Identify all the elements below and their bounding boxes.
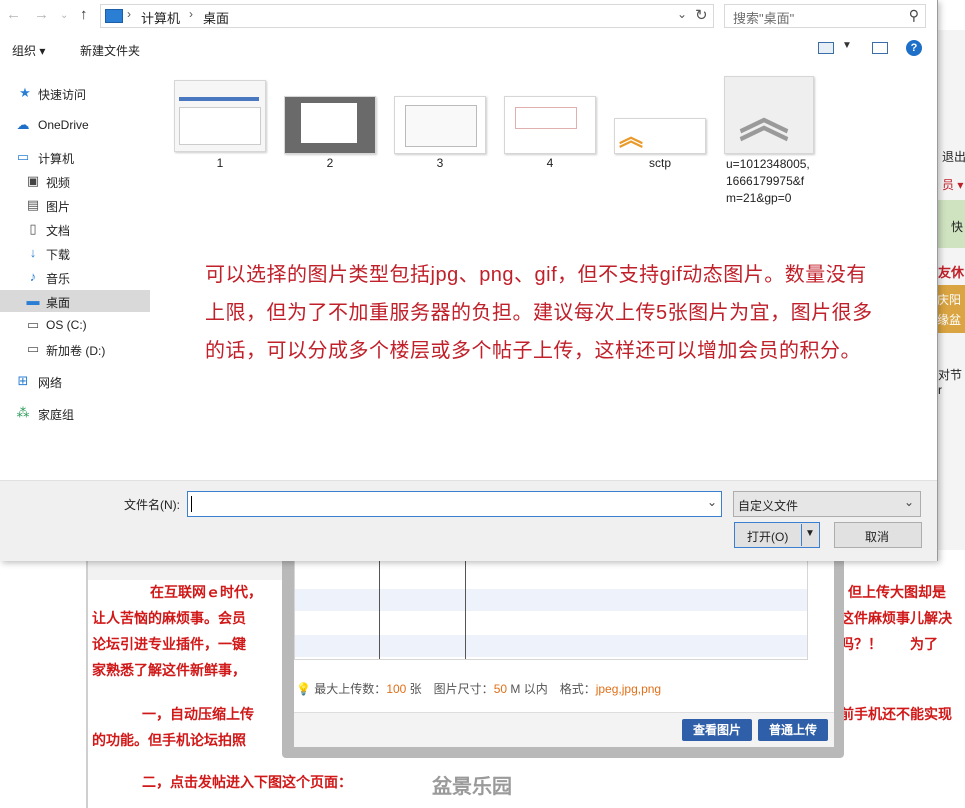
file-thumbnail-u[interactable]: ︽ [724, 76, 814, 154]
article-line: 家熟悉了解这件新鲜事， [92, 662, 246, 678]
file-name-2[interactable]: 2 [284, 156, 376, 170]
nav-item-downloads[interactable]: ↓ 下载 [0, 242, 150, 264]
file-name-input[interactable]: ⌄ [187, 491, 722, 517]
chevron-up-icon: ︽ [739, 91, 789, 147]
article-line: 让人苦恼的麻烦事。会员 [92, 610, 246, 626]
file-name-4[interactable]: 4 [504, 156, 596, 170]
side-link-2[interactable]: 对节r [938, 366, 965, 397]
nav-item-videos[interactable]: ▣ 视频 [0, 170, 150, 192]
nav-item-homegroup[interactable]: ⁂ 家庭组 [0, 402, 150, 424]
file-thumbnail-3[interactable] [394, 96, 486, 154]
breadcrumb-desktop[interactable]: 桌面 [203, 8, 229, 27]
cancel-button[interactable]: 取消 [834, 522, 922, 548]
nav-item-desktop[interactable]: ▬ 桌面 [0, 290, 150, 312]
file-type-select[interactable]: 自定义文件 ⌄ [733, 491, 921, 517]
normal-upload-button[interactable]: 普通上传 [758, 719, 828, 741]
overlay-instruction-text: 可以选择的图片类型包括jpg、png、gif，但不支持gif动态图片。数量没有上… [205, 264, 873, 362]
article-line: 二，点击发帖进入下图这个页面： [142, 774, 352, 790]
nav-item-computer[interactable]: ▭ 计算机 [0, 146, 150, 168]
network-icon: ⊞ [17, 373, 29, 388]
editor-border [86, 560, 88, 808]
file-name-1[interactable]: 1 [174, 156, 266, 170]
article-line: 这件麻烦事儿解决 [840, 610, 952, 626]
lightbulb-icon: 💡 [296, 682, 311, 696]
homegroup-icon: ⁂ [16, 405, 30, 420]
navigation-pane: ★ 快速访问 ☁ OneDrive ▭ 计算机 ▣ 视频 ▤ 图片 ▯ 文档 ↓… [0, 66, 152, 480]
nav-item-drive-c[interactable]: ▭ OS (C:) [0, 314, 150, 336]
side-link-1[interactable]: 友休 [938, 262, 964, 281]
upload-file-table [294, 558, 808, 660]
file-thumbnail-sctp[interactable]: ︽ [614, 118, 706, 154]
up-arrow-icon[interactable]: ↑ [80, 6, 88, 23]
file-thumbnail-2[interactable] [284, 96, 376, 154]
member-menu[interactable]: 员 ▾ [942, 176, 963, 193]
new-folder-button[interactable]: 新建文件夹 [80, 42, 140, 59]
side-banner: 庆阳 缘盆 [937, 285, 965, 333]
picture-folder-icon: ▤ [26, 197, 40, 212]
article-line: 的功能。但手机论坛拍照 [92, 732, 246, 748]
computer-icon [105, 9, 123, 23]
drive-icon: ▭ [26, 341, 40, 356]
article-line: 吗？！ 为了 [840, 636, 938, 652]
chevron-down-icon[interactable]: ⌄ [677, 7, 687, 21]
chevron-down-icon: ⌄ [903, 495, 914, 509]
music-icon: ♪ [29, 269, 37, 284]
back-arrow-icon[interactable]: ← [6, 6, 21, 23]
view-options-icon[interactable] [818, 42, 834, 54]
file-name-3[interactable]: 3 [394, 156, 486, 170]
file-name-sctp[interactable]: sctp [614, 156, 706, 170]
dropdown-arrow-icon[interactable]: ▼ [805, 528, 815, 539]
file-thumbnail-1[interactable] [174, 80, 266, 152]
star-icon: ★ [19, 85, 31, 100]
article-line: 论坛引进专业插件，一键 [92, 636, 246, 652]
file-thumbnail-4[interactable] [504, 96, 596, 154]
file-name-label: 文件名(N): [124, 498, 180, 512]
organize-menu[interactable]: 组织 ▾ [12, 42, 45, 59]
article-line: 但上传大图却是 [848, 584, 946, 600]
nav-item-music[interactable]: ♪ 音乐 [0, 266, 150, 288]
article-line: 一，自动压缩上传 [142, 706, 254, 722]
editor-toolbar [88, 560, 288, 580]
chevron-down-icon[interactable]: ⌄ [707, 495, 717, 509]
computer-icon: ▭ [16, 149, 30, 164]
forum-side-panel: 快 [937, 200, 965, 248]
nav-item-quick-access[interactable]: ★ 快速访问 [0, 82, 150, 104]
article-line: 前手机还不能实现 [840, 706, 952, 722]
nav-item-onedrive[interactable]: ☁ OneDrive [0, 114, 150, 136]
nav-item-network[interactable]: ⊞ 网络 [0, 370, 150, 392]
upload-dialog-footer: 查看图片 普通上传 [294, 712, 834, 747]
breadcrumb-computer[interactable]: 计算机 [141, 8, 180, 27]
help-icon[interactable]: ? [906, 40, 922, 56]
nav-item-drive-d[interactable]: ▭ 新加卷 (D:) [0, 338, 150, 360]
upload-limits-note: 💡 最大上传数：100 张 图片尺寸：50 M 以内 格式：jpeg,jpg,p… [296, 682, 662, 696]
download-icon: ↓ [29, 245, 37, 260]
cloud-icon: ☁ [16, 117, 30, 132]
site-watermark: 盆景乐园 [432, 776, 512, 798]
address-bar[interactable]: › 计算机 › 桌面 ⌄ [100, 4, 714, 28]
file-name-u[interactable]: u=1012348005, 1666179975&f m=21&gp=0 [726, 156, 836, 207]
refresh-icon[interactable]: ↻ [695, 6, 708, 24]
search-input[interactable]: 搜索"桌面" ⚲ [724, 4, 926, 28]
forward-arrow-icon[interactable]: → [34, 6, 49, 23]
nav-item-pictures[interactable]: ▤ 图片 [0, 194, 150, 216]
text-caret [191, 496, 192, 512]
logout-link[interactable]: 退出 [942, 148, 965, 165]
video-folder-icon: ▣ [26, 173, 40, 188]
desktop-icon: ▬ [26, 293, 40, 308]
table-row [295, 635, 807, 657]
view-dropdown-icon[interactable]: ▼ [842, 40, 852, 51]
open-button[interactable]: 打开(O) ▼ [734, 522, 820, 548]
nav-item-documents[interactable]: ▯ 文档 [0, 218, 150, 240]
preview-pane-icon[interactable] [872, 42, 888, 54]
chevron-up-icon: ︽ [619, 124, 643, 151]
document-folder-icon: ▯ [29, 221, 37, 236]
drive-icon: ▭ [26, 317, 40, 332]
recent-chevron-icon[interactable]: ⌄ [60, 10, 68, 21]
command-bar: 组织 ▾ 新建文件夹 ▼ ? [0, 34, 937, 64]
table-row [295, 589, 807, 611]
search-icon[interactable]: ⚲ [909, 7, 919, 24]
article-line: 在互联网ｅ时代， [150, 584, 262, 600]
view-images-button[interactable]: 查看图片 [682, 719, 752, 741]
